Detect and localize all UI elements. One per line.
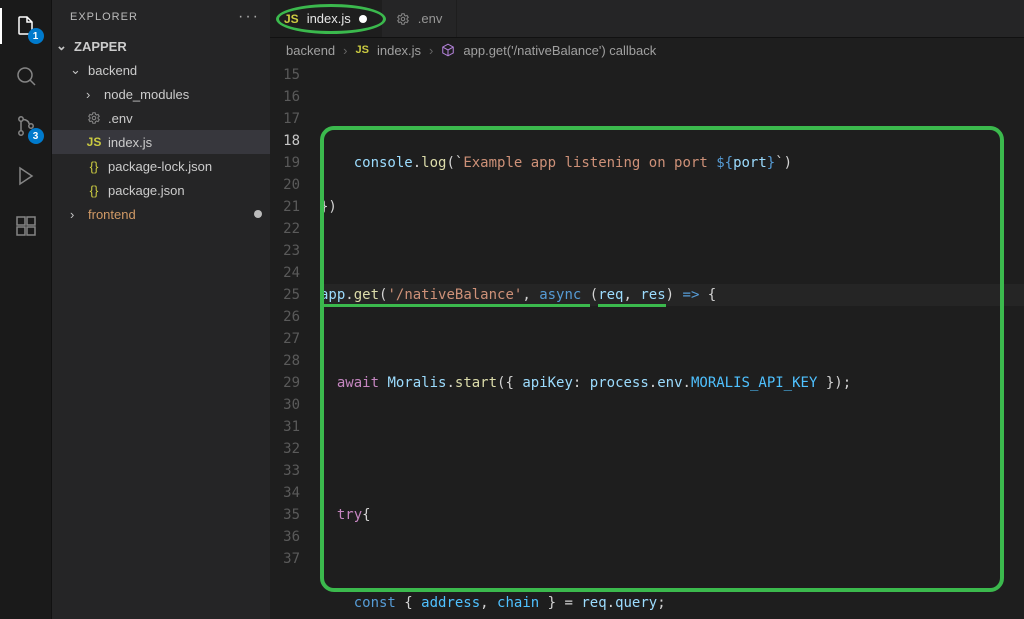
code-content[interactable]: 💡 console.log(`Example app listening on … bbox=[320, 62, 1024, 619]
chevron-down-icon: ⌄ bbox=[56, 38, 68, 54]
search-icon[interactable] bbox=[12, 62, 40, 90]
more-icon[interactable]: ··· bbox=[238, 8, 260, 26]
js-icon: JS bbox=[86, 135, 102, 149]
file-tree: ⌄ ZAPPER ⌄ backend › node_modules .env J… bbox=[52, 34, 270, 226]
sidebar: EXPLORER ··· ⌄ ZAPPER ⌄ backend › node_m… bbox=[52, 0, 270, 619]
chevron-right-icon: › bbox=[86, 87, 98, 102]
explorer-icon[interactable]: 1 bbox=[12, 12, 40, 40]
editor[interactable]: 1516171819202122232425262728293031323334… bbox=[270, 62, 1024, 619]
sidebar-title: EXPLORER bbox=[70, 11, 138, 23]
folder-frontend[interactable]: › frontend bbox=[52, 202, 270, 226]
breadcrumb-segment[interactable]: backend bbox=[286, 43, 335, 58]
explorer-badge: 1 bbox=[28, 28, 44, 44]
js-icon: JS bbox=[356, 44, 369, 56]
modified-dot-icon bbox=[254, 210, 262, 218]
activity-bar: 1 3 bbox=[0, 0, 52, 619]
tab-env[interactable]: .env bbox=[382, 0, 458, 37]
scm-badge: 3 bbox=[28, 128, 44, 144]
extensions-icon[interactable] bbox=[12, 212, 40, 240]
file-package-lock-json[interactable]: {} package-lock.json bbox=[52, 154, 270, 178]
folder-node-modules[interactable]: › node_modules bbox=[52, 82, 270, 106]
json-icon: {} bbox=[86, 183, 102, 198]
run-debug-icon[interactable] bbox=[12, 162, 40, 190]
tab-bar: JS index.js .env bbox=[270, 0, 1024, 38]
chevron-down-icon: ⌄ bbox=[70, 62, 82, 78]
gear-icon bbox=[86, 111, 102, 125]
tab-label: .env bbox=[418, 11, 443, 26]
tab-label: index.js bbox=[307, 11, 351, 26]
dirty-indicator-icon bbox=[359, 15, 367, 23]
file-package-json[interactable]: {} package.json bbox=[52, 178, 270, 202]
breadcrumb[interactable]: backend › JS index.js › app.get('/native… bbox=[270, 38, 1024, 62]
sidebar-header: EXPLORER ··· bbox=[52, 0, 270, 34]
tab-index-js[interactable]: JS index.js bbox=[270, 0, 382, 37]
breadcrumb-segment[interactable]: app.get('/nativeBalance') callback bbox=[463, 43, 656, 58]
source-control-icon[interactable]: 3 bbox=[12, 112, 40, 140]
chevron-right-icon: › bbox=[429, 43, 433, 58]
editor-area: JS index.js .env backend › JS index.js ›… bbox=[270, 0, 1024, 619]
line-number-gutter: 1516171819202122232425262728293031323334… bbox=[270, 62, 320, 619]
json-icon: {} bbox=[86, 159, 102, 174]
method-icon bbox=[441, 43, 455, 57]
chevron-right-icon: › bbox=[343, 43, 347, 58]
workspace-root[interactable]: ⌄ ZAPPER bbox=[52, 34, 270, 58]
chevron-right-icon: › bbox=[70, 207, 82, 222]
gear-icon bbox=[396, 12, 410, 26]
folder-backend[interactable]: ⌄ backend bbox=[52, 58, 270, 82]
file-index-js[interactable]: JS index.js bbox=[52, 130, 270, 154]
breadcrumb-segment[interactable]: index.js bbox=[377, 43, 421, 58]
file-env[interactable]: .env bbox=[52, 106, 270, 130]
js-icon: JS bbox=[284, 12, 299, 26]
